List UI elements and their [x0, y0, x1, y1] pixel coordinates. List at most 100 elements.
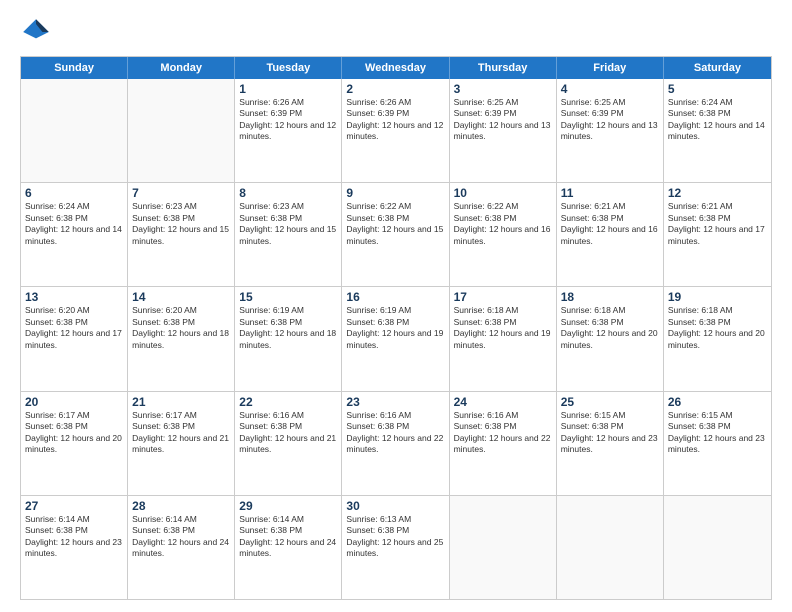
calendar-cell: 30Sunrise: 6:13 AM Sunset: 6:38 PM Dayli… — [342, 496, 449, 599]
day-number: 28 — [132, 499, 230, 513]
header — [20, 16, 772, 48]
calendar-cell: 8Sunrise: 6:23 AM Sunset: 6:38 PM Daylig… — [235, 183, 342, 286]
calendar-cell: 16Sunrise: 6:19 AM Sunset: 6:38 PM Dayli… — [342, 287, 449, 390]
day-number: 24 — [454, 395, 552, 409]
day-number: 29 — [239, 499, 337, 513]
cell-info: Sunrise: 6:26 AM Sunset: 6:39 PM Dayligh… — [346, 97, 444, 143]
day-number: 5 — [668, 82, 767, 96]
day-number: 13 — [25, 290, 123, 304]
calendar-cell — [557, 496, 664, 599]
cell-info: Sunrise: 6:21 AM Sunset: 6:38 PM Dayligh… — [561, 201, 659, 247]
day-number: 19 — [668, 290, 767, 304]
calendar-cell: 3Sunrise: 6:25 AM Sunset: 6:39 PM Daylig… — [450, 79, 557, 182]
day-number: 12 — [668, 186, 767, 200]
header-cell-monday: Monday — [128, 57, 235, 79]
day-number: 23 — [346, 395, 444, 409]
day-number: 4 — [561, 82, 659, 96]
cell-info: Sunrise: 6:16 AM Sunset: 6:38 PM Dayligh… — [239, 410, 337, 456]
day-number: 30 — [346, 499, 444, 513]
cell-info: Sunrise: 6:20 AM Sunset: 6:38 PM Dayligh… — [132, 305, 230, 351]
day-number: 10 — [454, 186, 552, 200]
day-number: 7 — [132, 186, 230, 200]
calendar-cell — [21, 79, 128, 182]
cell-info: Sunrise: 6:23 AM Sunset: 6:38 PM Dayligh… — [132, 201, 230, 247]
cell-info: Sunrise: 6:14 AM Sunset: 6:38 PM Dayligh… — [239, 514, 337, 560]
header-cell-sunday: Sunday — [21, 57, 128, 79]
cell-info: Sunrise: 6:18 AM Sunset: 6:38 PM Dayligh… — [454, 305, 552, 351]
day-number: 20 — [25, 395, 123, 409]
header-cell-wednesday: Wednesday — [342, 57, 449, 79]
calendar-header: SundayMondayTuesdayWednesdayThursdayFrid… — [21, 57, 771, 79]
day-number: 8 — [239, 186, 337, 200]
cell-info: Sunrise: 6:22 AM Sunset: 6:38 PM Dayligh… — [346, 201, 444, 247]
calendar: SundayMondayTuesdayWednesdayThursdayFrid… — [20, 56, 772, 600]
day-number: 22 — [239, 395, 337, 409]
day-number: 3 — [454, 82, 552, 96]
calendar-cell: 20Sunrise: 6:17 AM Sunset: 6:38 PM Dayli… — [21, 392, 128, 495]
day-number: 11 — [561, 186, 659, 200]
calendar-cell: 15Sunrise: 6:19 AM Sunset: 6:38 PM Dayli… — [235, 287, 342, 390]
calendar-cell: 14Sunrise: 6:20 AM Sunset: 6:38 PM Dayli… — [128, 287, 235, 390]
calendar-cell: 13Sunrise: 6:20 AM Sunset: 6:38 PM Dayli… — [21, 287, 128, 390]
cell-info: Sunrise: 6:24 AM Sunset: 6:38 PM Dayligh… — [668, 97, 767, 143]
logo-icon — [20, 16, 52, 48]
day-number: 25 — [561, 395, 659, 409]
day-number: 6 — [25, 186, 123, 200]
calendar-row-2: 6Sunrise: 6:24 AM Sunset: 6:38 PM Daylig… — [21, 183, 771, 287]
calendar-cell: 17Sunrise: 6:18 AM Sunset: 6:38 PM Dayli… — [450, 287, 557, 390]
cell-info: Sunrise: 6:25 AM Sunset: 6:39 PM Dayligh… — [561, 97, 659, 143]
calendar-cell: 21Sunrise: 6:17 AM Sunset: 6:38 PM Dayli… — [128, 392, 235, 495]
calendar-cell: 12Sunrise: 6:21 AM Sunset: 6:38 PM Dayli… — [664, 183, 771, 286]
header-cell-saturday: Saturday — [664, 57, 771, 79]
calendar-cell: 5Sunrise: 6:24 AM Sunset: 6:38 PM Daylig… — [664, 79, 771, 182]
cell-info: Sunrise: 6:20 AM Sunset: 6:38 PM Dayligh… — [25, 305, 123, 351]
calendar-cell: 19Sunrise: 6:18 AM Sunset: 6:38 PM Dayli… — [664, 287, 771, 390]
cell-info: Sunrise: 6:19 AM Sunset: 6:38 PM Dayligh… — [346, 305, 444, 351]
calendar-cell: 23Sunrise: 6:16 AM Sunset: 6:38 PM Dayli… — [342, 392, 449, 495]
calendar-cell: 24Sunrise: 6:16 AM Sunset: 6:38 PM Dayli… — [450, 392, 557, 495]
calendar-body: 1Sunrise: 6:26 AM Sunset: 6:39 PM Daylig… — [21, 79, 771, 599]
calendar-cell: 18Sunrise: 6:18 AM Sunset: 6:38 PM Dayli… — [557, 287, 664, 390]
cell-info: Sunrise: 6:22 AM Sunset: 6:38 PM Dayligh… — [454, 201, 552, 247]
day-number: 2 — [346, 82, 444, 96]
calendar-cell: 25Sunrise: 6:15 AM Sunset: 6:38 PM Dayli… — [557, 392, 664, 495]
page: SundayMondayTuesdayWednesdayThursdayFrid… — [0, 0, 792, 612]
calendar-cell: 9Sunrise: 6:22 AM Sunset: 6:38 PM Daylig… — [342, 183, 449, 286]
cell-info: Sunrise: 6:16 AM Sunset: 6:38 PM Dayligh… — [454, 410, 552, 456]
calendar-cell: 2Sunrise: 6:26 AM Sunset: 6:39 PM Daylig… — [342, 79, 449, 182]
calendar-row-3: 13Sunrise: 6:20 AM Sunset: 6:38 PM Dayli… — [21, 287, 771, 391]
cell-info: Sunrise: 6:13 AM Sunset: 6:38 PM Dayligh… — [346, 514, 444, 560]
day-number: 14 — [132, 290, 230, 304]
day-number: 26 — [668, 395, 767, 409]
day-number: 15 — [239, 290, 337, 304]
calendar-cell — [450, 496, 557, 599]
cell-info: Sunrise: 6:19 AM Sunset: 6:38 PM Dayligh… — [239, 305, 337, 351]
logo — [20, 16, 58, 48]
cell-info: Sunrise: 6:26 AM Sunset: 6:39 PM Dayligh… — [239, 97, 337, 143]
calendar-cell: 6Sunrise: 6:24 AM Sunset: 6:38 PM Daylig… — [21, 183, 128, 286]
cell-info: Sunrise: 6:24 AM Sunset: 6:38 PM Dayligh… — [25, 201, 123, 247]
calendar-cell: 22Sunrise: 6:16 AM Sunset: 6:38 PM Dayli… — [235, 392, 342, 495]
header-cell-friday: Friday — [557, 57, 664, 79]
calendar-cell: 29Sunrise: 6:14 AM Sunset: 6:38 PM Dayli… — [235, 496, 342, 599]
calendar-cell — [128, 79, 235, 182]
day-number: 17 — [454, 290, 552, 304]
header-cell-tuesday: Tuesday — [235, 57, 342, 79]
cell-info: Sunrise: 6:23 AM Sunset: 6:38 PM Dayligh… — [239, 201, 337, 247]
day-number: 9 — [346, 186, 444, 200]
day-number: 18 — [561, 290, 659, 304]
cell-info: Sunrise: 6:18 AM Sunset: 6:38 PM Dayligh… — [668, 305, 767, 351]
cell-info: Sunrise: 6:15 AM Sunset: 6:38 PM Dayligh… — [561, 410, 659, 456]
calendar-cell: 27Sunrise: 6:14 AM Sunset: 6:38 PM Dayli… — [21, 496, 128, 599]
calendar-cell: 11Sunrise: 6:21 AM Sunset: 6:38 PM Dayli… — [557, 183, 664, 286]
calendar-cell: 1Sunrise: 6:26 AM Sunset: 6:39 PM Daylig… — [235, 79, 342, 182]
calendar-cell: 7Sunrise: 6:23 AM Sunset: 6:38 PM Daylig… — [128, 183, 235, 286]
cell-info: Sunrise: 6:25 AM Sunset: 6:39 PM Dayligh… — [454, 97, 552, 143]
calendar-cell: 10Sunrise: 6:22 AM Sunset: 6:38 PM Dayli… — [450, 183, 557, 286]
calendar-cell: 4Sunrise: 6:25 AM Sunset: 6:39 PM Daylig… — [557, 79, 664, 182]
calendar-row-1: 1Sunrise: 6:26 AM Sunset: 6:39 PM Daylig… — [21, 79, 771, 183]
cell-info: Sunrise: 6:14 AM Sunset: 6:38 PM Dayligh… — [132, 514, 230, 560]
cell-info: Sunrise: 6:21 AM Sunset: 6:38 PM Dayligh… — [668, 201, 767, 247]
cell-info: Sunrise: 6:17 AM Sunset: 6:38 PM Dayligh… — [132, 410, 230, 456]
calendar-row-4: 20 Sunrise: 6:17 AM Sunset: 6:38 PM Dayli… — [21, 392, 771, 496]
